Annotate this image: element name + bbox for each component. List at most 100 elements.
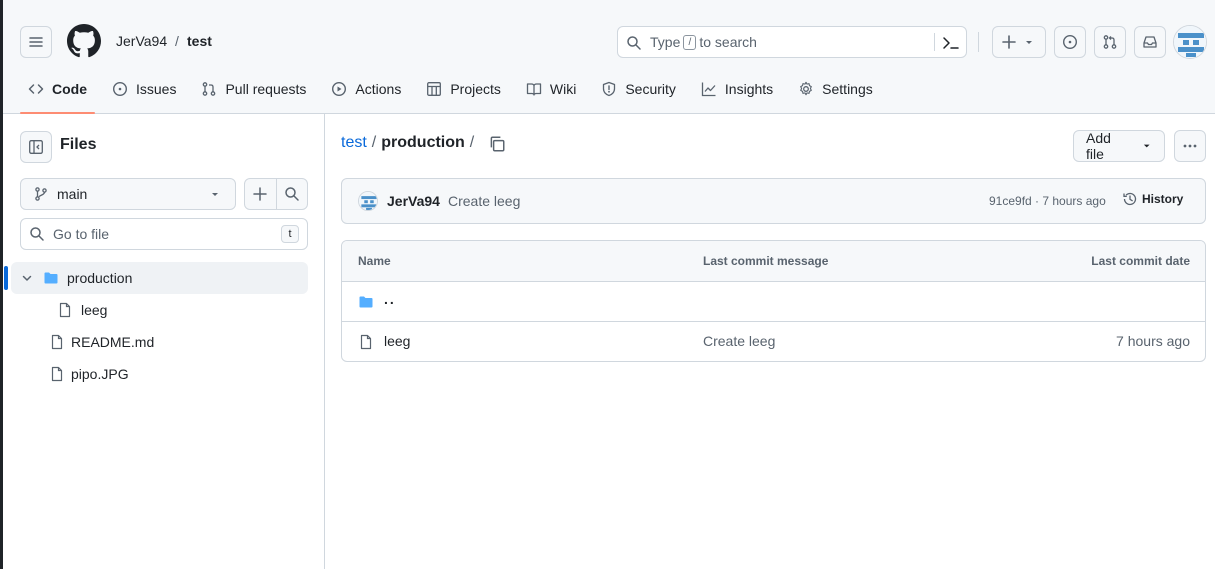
issue-icon bbox=[1062, 34, 1078, 50]
create-new-button[interactable] bbox=[992, 26, 1046, 58]
header-divider bbox=[978, 32, 979, 52]
sidebar-actions bbox=[244, 178, 308, 210]
tab-insights[interactable]: Insights bbox=[693, 71, 781, 107]
search-input[interactable]: Type / to search bbox=[617, 26, 967, 58]
shield-icon bbox=[603, 81, 616, 97]
file-icon bbox=[49, 334, 65, 350]
branch-selector[interactable]: main bbox=[20, 178, 236, 210]
file-tree: production leeg README.md pipo.JPG bbox=[4, 262, 308, 390]
search-files-button[interactable] bbox=[275, 179, 307, 209]
tab-security[interactable]: Security bbox=[593, 71, 684, 107]
graph-icon bbox=[701, 82, 716, 97]
caret-down-icon bbox=[212, 193, 218, 196]
tab-projects[interactable]: Projects bbox=[418, 71, 509, 107]
tab-label: Code bbox=[52, 81, 87, 97]
commit-message-link[interactable]: Create leeg bbox=[448, 193, 520, 209]
main-content: test / production / Add file JerVa94 Cre… bbox=[325, 114, 1215, 569]
file-name-link[interactable]: leeg bbox=[384, 333, 410, 349]
column-message-header: Last commit message bbox=[703, 254, 829, 268]
kebab-horizontal-icon bbox=[1183, 144, 1197, 148]
commit-author-link[interactable]: JerVa94 bbox=[387, 193, 440, 209]
tree-item-label: README.md bbox=[71, 334, 155, 350]
caret-down-icon bbox=[1026, 41, 1032, 44]
search-icon bbox=[285, 187, 299, 201]
tab-label: Security bbox=[625, 81, 676, 97]
commit-author-avatar[interactable] bbox=[358, 191, 378, 211]
search-divider bbox=[934, 33, 935, 51]
repo-separator: / bbox=[175, 33, 179, 49]
issues-button[interactable] bbox=[1054, 26, 1086, 58]
tree-item-leeg[interactable]: leeg bbox=[11, 294, 308, 326]
breadcrumb-current: production bbox=[381, 134, 465, 151]
tree-item-label: production bbox=[67, 270, 133, 286]
tab-pull-requests[interactable]: Pull requests bbox=[193, 71, 314, 107]
search-placeholder-type: Type bbox=[650, 34, 681, 50]
tab-wiki[interactable]: Wiki bbox=[518, 71, 584, 107]
caret-down-icon bbox=[1143, 144, 1150, 148]
github-logo-icon[interactable] bbox=[67, 24, 101, 58]
folder-open-icon bbox=[43, 270, 59, 286]
column-name-header: Name bbox=[358, 254, 391, 268]
tab-label: Wiki bbox=[549, 81, 577, 97]
go-to-file-shortcut: t bbox=[281, 225, 299, 243]
tree-item-readme[interactable]: README.md bbox=[11, 326, 308, 358]
files-title: Files bbox=[60, 136, 97, 153]
go-to-file-input[interactable]: Go to file t bbox=[20, 218, 308, 250]
history-button[interactable]: History bbox=[1122, 191, 1183, 207]
command-palette-icon[interactable] bbox=[942, 35, 960, 51]
repo-name-link[interactable]: test bbox=[187, 33, 212, 49]
parent-directory-row[interactable]: .. bbox=[342, 282, 1205, 322]
tab-actions[interactable]: Actions bbox=[323, 71, 409, 107]
more-options-button[interactable] bbox=[1174, 130, 1206, 162]
folder-icon bbox=[359, 296, 373, 308]
file-commit-message[interactable]: Create leeg bbox=[703, 333, 775, 349]
breadcrumb-separator: / bbox=[371, 134, 377, 151]
gear-icon bbox=[800, 81, 813, 96]
pull-requests-button[interactable] bbox=[1094, 26, 1126, 58]
file-icon bbox=[360, 334, 372, 350]
go-to-file-placeholder: Go to file bbox=[53, 226, 110, 242]
history-label: History bbox=[1142, 192, 1184, 206]
menu-button[interactable] bbox=[20, 26, 52, 58]
identicon-icon bbox=[1174, 26, 1206, 58]
tree-item-pipo[interactable]: pipo.JPG bbox=[11, 358, 308, 390]
tab-label: Projects bbox=[450, 81, 501, 97]
column-date-header: Last commit date bbox=[1091, 254, 1190, 268]
branch-icon bbox=[35, 187, 47, 201]
app-header: JerVa94 / test Type / to search Code Iss… bbox=[3, 0, 1215, 114]
add-file-label: Add file bbox=[1086, 130, 1111, 162]
tree-item-label: leeg bbox=[81, 302, 108, 318]
add-file-dropdown[interactable]: Add file bbox=[1073, 130, 1165, 162]
plus-icon bbox=[253, 187, 268, 201]
table-header: Name Last commit message Last commit dat… bbox=[342, 241, 1205, 282]
tab-code[interactable]: Code bbox=[20, 71, 95, 114]
breadcrumb-root-link[interactable]: test bbox=[341, 134, 367, 152]
collapse-sidebar-button[interactable] bbox=[20, 131, 52, 163]
history-icon bbox=[1123, 192, 1137, 206]
breadcrumb: test / production / bbox=[341, 134, 474, 152]
inbox-button[interactable] bbox=[1134, 26, 1166, 58]
search-placeholder-suffix: to search bbox=[699, 34, 757, 50]
branch-name: main bbox=[57, 186, 88, 202]
sidebar-collapse-icon bbox=[29, 140, 43, 154]
table-row[interactable]: leeg Create leeg 7 hours ago bbox=[342, 322, 1205, 361]
tab-issues[interactable]: Issues bbox=[104, 71, 184, 107]
tab-label: Actions bbox=[355, 81, 402, 97]
user-avatar[interactable] bbox=[1173, 25, 1207, 59]
copy-path-icon[interactable] bbox=[488, 135, 506, 153]
tab-settings[interactable]: Settings bbox=[790, 71, 881, 107]
play-icon bbox=[332, 81, 347, 97]
commit-sha-time[interactable]: 91ce9fd · 7 hours ago bbox=[989, 194, 1106, 208]
add-file-button[interactable] bbox=[245, 179, 276, 209]
latest-commit-bar: JerVa94 Create leeg 91ce9fd · 7 hours ag… bbox=[341, 178, 1206, 224]
file-icon bbox=[49, 366, 65, 382]
parent-directory-link[interactable]: .. bbox=[384, 291, 396, 307]
code-icon bbox=[28, 84, 44, 94]
tree-item-production[interactable]: production bbox=[4, 262, 308, 294]
repo-owner-link[interactable]: JerVa94 bbox=[116, 33, 167, 49]
search-shortcut-key: / bbox=[683, 34, 697, 50]
tab-label: Pull requests bbox=[225, 81, 307, 97]
tree-item-label: pipo.JPG bbox=[71, 366, 129, 382]
chevron-down-icon[interactable] bbox=[21, 272, 33, 284]
search-placeholder: Type / to search bbox=[650, 34, 757, 50]
